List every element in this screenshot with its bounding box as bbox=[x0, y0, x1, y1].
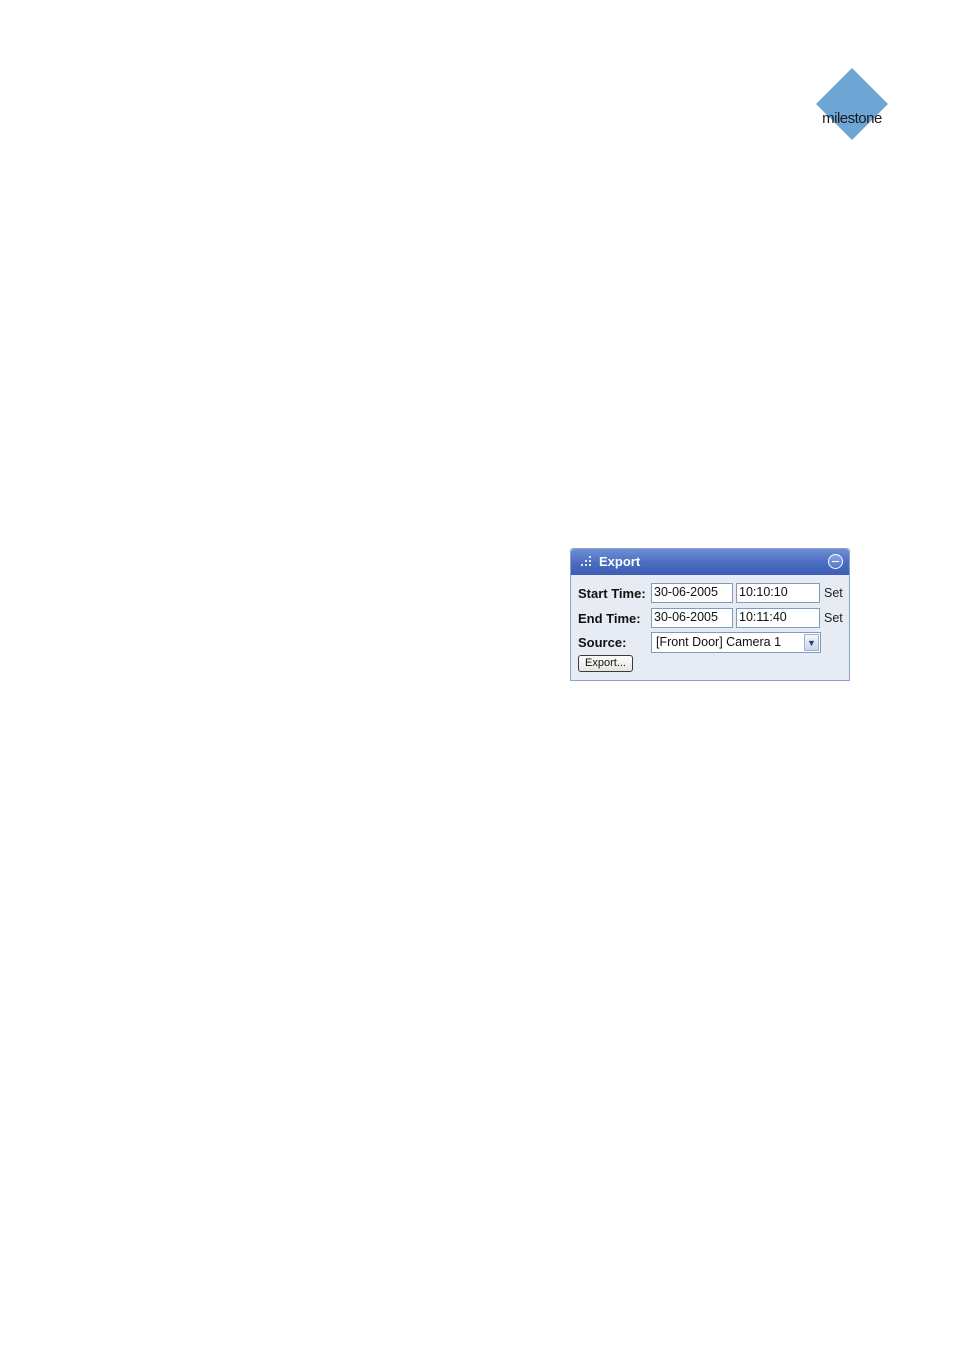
export-panel: Export Start Time: 30-06-2005 10:10:10 S… bbox=[570, 548, 850, 681]
source-select-value: [Front Door] Camera 1 bbox=[656, 635, 782, 649]
start-time-label: Start Time: bbox=[578, 586, 646, 601]
end-time-input[interactable]: 10:11:40 bbox=[736, 608, 820, 628]
chevron-down-icon[interactable]: ▼ bbox=[804, 634, 819, 651]
milestone-logo: milestone bbox=[812, 66, 892, 142]
document-page: milestone Export Start Time: 30-06-2005 … bbox=[0, 0, 954, 1350]
source-row: Source: [Front Door] Camera 1 ▼ bbox=[571, 632, 849, 654]
logo-text: milestone bbox=[822, 110, 882, 127]
export-panel-title: Export bbox=[599, 554, 641, 569]
start-time-set-button[interactable]: Set bbox=[824, 586, 843, 600]
diamond-logo-icon bbox=[816, 68, 888, 140]
grip-icon bbox=[581, 556, 593, 568]
export-button[interactable]: Export... bbox=[578, 655, 633, 672]
end-time-label: End Time: bbox=[578, 611, 641, 626]
end-time-row: End Time: 30-06-2005 10:11:40 Set bbox=[571, 608, 849, 630]
end-time-set-button[interactable]: Set bbox=[824, 611, 843, 625]
export-panel-header[interactable]: Export bbox=[571, 549, 849, 575]
collapse-icon[interactable] bbox=[828, 554, 843, 569]
end-date-input[interactable]: 30-06-2005 bbox=[651, 608, 733, 628]
start-time-row: Start Time: 30-06-2005 10:10:10 Set bbox=[571, 583, 849, 605]
source-label: Source: bbox=[578, 635, 627, 650]
start-date-input[interactable]: 30-06-2005 bbox=[651, 583, 733, 603]
start-time-input[interactable]: 10:10:10 bbox=[736, 583, 820, 603]
source-select[interactable]: [Front Door] Camera 1 ▼ bbox=[651, 632, 821, 653]
